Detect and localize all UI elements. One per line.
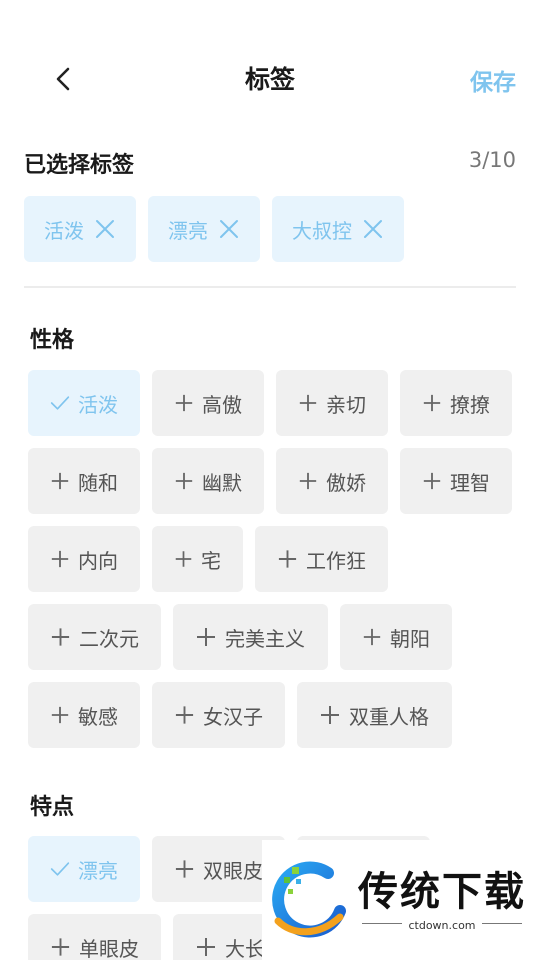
tag-option[interactable]: 随和: [28, 448, 140, 514]
plus-icon: [51, 628, 70, 646]
personality-tag-row: 随和 幽默 傲娇 理智: [28, 448, 512, 514]
tag-label: 随和: [78, 470, 118, 495]
plus-icon: [51, 472, 69, 490]
tag-option[interactable]: 单眼皮: [28, 914, 161, 960]
tag-label: 女汉子: [203, 704, 263, 729]
tag-option[interactable]: 傲娇: [276, 448, 388, 514]
plus-icon: [363, 628, 381, 646]
watermark-url: ctdown.com: [408, 918, 476, 932]
tag-option[interactable]: 活泼: [28, 370, 140, 436]
selected-tag-label: 活泼: [44, 218, 84, 243]
selected-tag-chip: 漂亮: [148, 196, 260, 262]
selected-tags-list: 活泼 漂亮 大叔控: [24, 196, 404, 262]
tag-label: 宅: [201, 548, 221, 573]
plus-icon: [197, 938, 215, 956]
tag-option[interactable]: 漂亮: [28, 836, 140, 902]
tag-label: 大长: [225, 936, 265, 960]
remove-tag-icon[interactable]: [94, 218, 116, 240]
tag-label: 完美主义: [225, 626, 305, 651]
selected-tag-label: 漂亮: [168, 218, 208, 243]
page-title: 标签: [244, 65, 295, 94]
plus-icon: [197, 628, 215, 646]
plus-icon: [175, 706, 194, 724]
plus-icon: [175, 394, 193, 412]
tag-label: 单眼皮: [79, 936, 139, 960]
tag-option[interactable]: 女汉子: [152, 682, 285, 748]
tag-option[interactable]: 内向: [28, 526, 140, 592]
tag-option[interactable]: 高傲: [152, 370, 264, 436]
remove-tag-icon[interactable]: [218, 218, 240, 240]
selected-tag-label: 大叔控: [292, 218, 352, 243]
save-button[interactable]: 保存: [470, 63, 516, 97]
ctdown-logo-icon: [272, 861, 346, 938]
tag-option[interactable]: 敏感: [28, 682, 140, 748]
watermark-name: 传统下载: [358, 868, 526, 915]
tag-label: 亲切: [326, 392, 366, 417]
tag-label: 撩撩: [450, 392, 490, 417]
plus-icon: [175, 472, 193, 490]
tag-option[interactable]: 撩撩: [400, 370, 512, 436]
selected-tags-title: 已选择标签: [24, 153, 135, 178]
selected-tag-chip: 活泼: [24, 196, 136, 262]
remove-tag-icon[interactable]: [362, 218, 384, 240]
check-icon: [50, 396, 70, 410]
tag-option[interactable]: 完美主义: [173, 604, 328, 670]
plus-icon: [321, 706, 339, 724]
personality-tag-row: 内向 宅 工作狂: [28, 526, 388, 592]
plus-icon: [51, 550, 69, 568]
selected-tags-count: 3/10: [468, 148, 516, 172]
selected-tag-chip: 大叔控: [272, 196, 404, 262]
plus-icon: [423, 394, 441, 412]
tag-label: 工作狂: [306, 548, 366, 573]
tag-option[interactable]: 亲切: [276, 370, 388, 436]
check-icon: [50, 862, 70, 876]
plus-icon: [175, 860, 194, 878]
personality-section-title: 性格: [30, 328, 75, 353]
plus-icon: [278, 550, 297, 568]
tag-option[interactable]: 理智: [400, 448, 512, 514]
tag-option[interactable]: 宅: [152, 526, 243, 592]
personality-tag-row: 活泼 高傲 亲切 撩撩: [28, 370, 512, 436]
personality-tag-row: 二次元 完美主义 朝阳: [28, 604, 452, 670]
plus-icon: [51, 938, 70, 956]
tag-option[interactable]: 朝阳: [340, 604, 452, 670]
tag-option[interactable]: 双重人格: [297, 682, 452, 748]
tag-label: 内向: [78, 548, 118, 573]
tag-label: 理智: [450, 470, 490, 495]
plus-icon: [175, 551, 192, 567]
features-section-title: 特点: [30, 795, 75, 820]
plus-icon: [299, 472, 317, 490]
section-divider: [24, 286, 516, 288]
app-header: 标签 保存: [0, 0, 540, 160]
plus-icon: [299, 394, 317, 412]
tag-option[interactable]: 幽默: [152, 448, 264, 514]
tag-label: 双重人格: [349, 704, 429, 729]
tag-label: 双眼皮: [203, 858, 263, 883]
tag-label: 朝阳: [390, 626, 430, 651]
tag-label: 漂亮: [78, 858, 118, 883]
tag-label: 二次元: [79, 626, 139, 651]
watermark-overlay: 传统下载 ctdown.com: [262, 840, 540, 960]
tag-option[interactable]: 工作狂: [255, 526, 388, 592]
watermark-text: 传统下载 ctdown.com: [358, 869, 526, 932]
plus-icon: [51, 706, 69, 724]
tag-label: 傲娇: [326, 470, 366, 495]
tag-label: 幽默: [202, 470, 242, 495]
tag-label: 高傲: [202, 392, 242, 417]
personality-tag-row: 敏感 女汉子 双重人格: [28, 682, 452, 748]
tag-option[interactable]: 二次元: [28, 604, 161, 670]
tag-label: 活泼: [78, 392, 118, 417]
tag-label: 敏感: [78, 704, 118, 729]
plus-icon: [423, 472, 441, 490]
